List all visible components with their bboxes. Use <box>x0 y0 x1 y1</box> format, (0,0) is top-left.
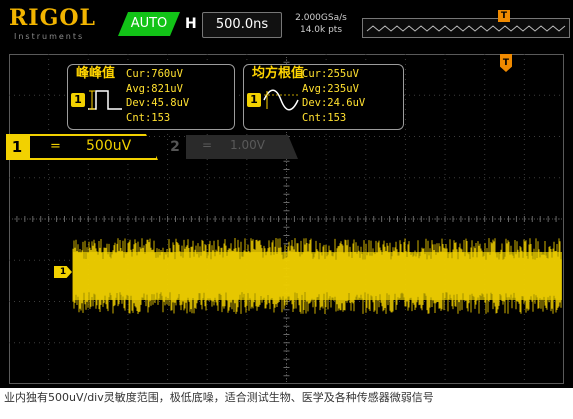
channel-1-settings[interactable]: = 500uV <box>28 134 158 160</box>
channel-1-coupling: = <box>50 139 61 154</box>
channel-2-scale: 1.00V <box>230 138 265 152</box>
acquisition-info: 2.000GSa/s 14.0k pts <box>284 12 358 36</box>
rms-sine-icon <box>263 89 299 111</box>
measurement-count: Cnt:153 <box>302 111 347 124</box>
measurement-channel-badge: 1 <box>71 93 85 107</box>
measurement-average: Avg:235uV <box>302 82 359 95</box>
brand-subtitle: Instruments <box>14 32 85 41</box>
channel-bar: 1 = 500uV 2 = 1.00V <box>6 134 296 160</box>
oscilloscope-screen: RIGOL Instruments AUTO H 500.0ns 2.000GS… <box>0 0 573 388</box>
brand-logo: RIGOL <box>9 5 96 31</box>
memory-overview-bar[interactable] <box>362 18 570 38</box>
peak-to-peak-icon <box>88 90 122 110</box>
sample-rate: 2.000GSa/s <box>295 13 347 23</box>
measurement-channel-badge: 1 <box>247 93 261 107</box>
channel-1-tab[interactable]: 1 <box>6 134 28 160</box>
measurement-average: Avg:821uV <box>126 82 183 95</box>
timebase-display[interactable]: 500.0ns <box>202 12 282 38</box>
memory-depth: 14.0k pts <box>299 25 343 35</box>
image-caption: 业内独有500uV/div灵敏度范围，极低底噪，适合测试生物、医学及各种传感器微… <box>4 391 434 404</box>
horizontal-label: H <box>185 16 197 32</box>
run-mode-button[interactable]: AUTO <box>118 12 180 36</box>
measurement-current: Cur:760uV <box>126 68 183 80</box>
channel-2-tab[interactable]: 2 <box>164 135 186 159</box>
measurement-title: 均方根值 <box>252 66 305 81</box>
channel-2-settings[interactable]: = 1.00V <box>186 135 298 159</box>
measurement-values: Cur:760uV Avg:821uV Dev:45.8uV Cnt:153 <box>126 67 189 125</box>
trigger-marker-top: T <box>498 10 510 22</box>
memory-waveform-icon <box>366 25 566 32</box>
measurement-panel-vrms[interactable]: 均方根值 1 Cur:255uV Avg:235uV Dev:24.6uV Cn… <box>243 64 404 130</box>
measurement-deviation: Dev:24.6uV <box>302 97 366 109</box>
channel-2-coupling: = <box>202 138 213 152</box>
measurement-title: 峰峰值 <box>76 66 116 81</box>
channel-1-trace <box>72 238 562 314</box>
measurement-current: Cur:255uV <box>302 68 359 80</box>
measurement-count: Cnt:153 <box>126 111 171 124</box>
channel-1-scale: 500uV <box>86 138 132 154</box>
measurement-values: Cur:255uV Avg:235uV Dev:24.6uV Cnt:153 <box>302 67 365 125</box>
measurement-deviation: Dev:45.8uV <box>126 97 190 109</box>
measurement-panel-vpp[interactable]: 峰峰值 1 Cur:760uV Avg:821uV Dev:45.8uV Cnt… <box>67 64 235 130</box>
